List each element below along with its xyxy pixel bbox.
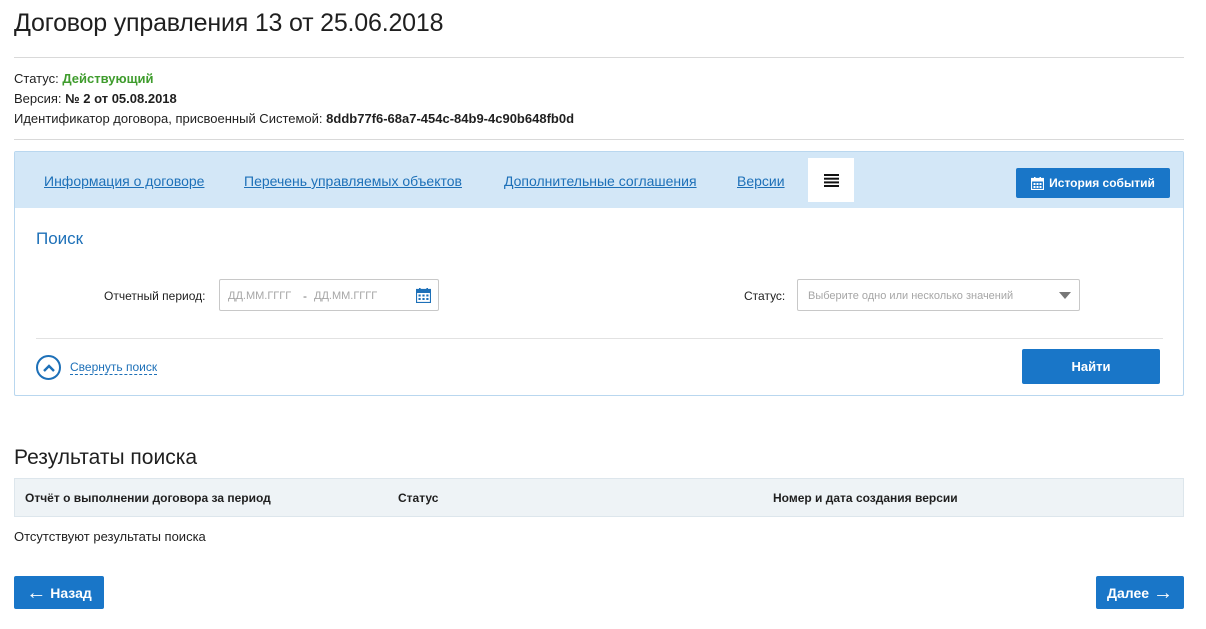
period-label: Отчетный период: (104, 289, 206, 303)
version-value: № 2 от 05.08.2018 (65, 91, 177, 106)
calendar-icon[interactable] (416, 288, 431, 303)
results-table-header: Отчёт о выполнении договора за период Ст… (14, 478, 1184, 517)
version-line: Версия: № 2 от 05.08.2018 (14, 91, 177, 106)
results-title: Результаты поиска (14, 446, 198, 469)
identifier-value: 8ddb77f6-68a7-454c-84b9-4c90b648fb0d (326, 111, 575, 126)
empty-results-text: Отсутствуют результаты поиска (14, 529, 206, 544)
back-button[interactable]: ← Назад (14, 576, 104, 609)
identifier-label: Идентификатор договора, присвоенный Сист… (14, 111, 327, 126)
collapse-search-label: Свернуть поиск (70, 360, 158, 375)
version-label: Версия: (14, 91, 66, 106)
event-history-button[interactable]: История событий (1016, 168, 1170, 198)
chevron-up-icon (36, 355, 61, 380)
date-from-input[interactable]: ДД.ММ.ГГГГ (228, 290, 291, 302)
tab-additional-agreements[interactable]: Дополнительные соглашения (504, 173, 697, 189)
identifier-line: Идентификатор договора, присвоенный Сист… (14, 111, 574, 126)
column-header-report-period[interactable]: Отчёт о выполнении договора за период (25, 491, 271, 505)
back-button-label: Назад (50, 584, 92, 601)
status-filter-label: Статус: (744, 289, 786, 303)
next-button[interactable]: Далее → (1096, 576, 1184, 609)
tab-managed-objects[interactable]: Перечень управляемых объектов (244, 173, 462, 189)
period-date-range: ДД.ММ.ГГГГ - ДД.ММ.ГГГГ (219, 279, 439, 311)
arrow-left-icon: ← (26, 581, 47, 604)
find-button[interactable]: Найти (1022, 349, 1160, 384)
status-value: Действующий (62, 71, 154, 86)
search-title: Поиск (36, 229, 84, 248)
status-select[interactable]: Выберите одно или несколько значений (797, 279, 1080, 311)
page-title: Договор управления 13 от 25.06.2018 (14, 9, 444, 37)
divider (14, 57, 1184, 58)
date-separator: - (303, 289, 307, 303)
chevron-down-icon (1059, 292, 1071, 299)
tab-reports[interactable] (808, 158, 854, 202)
arrow-right-icon: → (1153, 581, 1174, 604)
column-header-version[interactable]: Номер и дата создания версии (773, 491, 958, 505)
divider (14, 139, 1184, 140)
tab-versions[interactable]: Версии (737, 173, 785, 189)
status-line: Статус: Действующий (14, 71, 154, 86)
status-label: Статус: (14, 71, 63, 86)
tab-bar: Информация о договоре Перечень управляем… (15, 152, 1183, 208)
collapse-search-toggle[interactable]: Свернуть поиск (36, 355, 158, 380)
contract-card: Информация о договоре Перечень управляем… (14, 151, 1184, 396)
calendar-icon (1031, 176, 1045, 190)
next-button-label: Далее (1106, 584, 1150, 601)
tab-contract-info[interactable]: Информация о договоре (44, 173, 204, 189)
divider (36, 338, 1163, 339)
column-header-status[interactable]: Статус (398, 491, 438, 505)
date-to-input[interactable]: ДД.ММ.ГГГГ (314, 290, 377, 302)
list-icon (823, 173, 839, 187)
event-history-label: История событий (1049, 176, 1155, 190)
status-select-placeholder: Выберите одно или несколько значений (808, 290, 1014, 302)
